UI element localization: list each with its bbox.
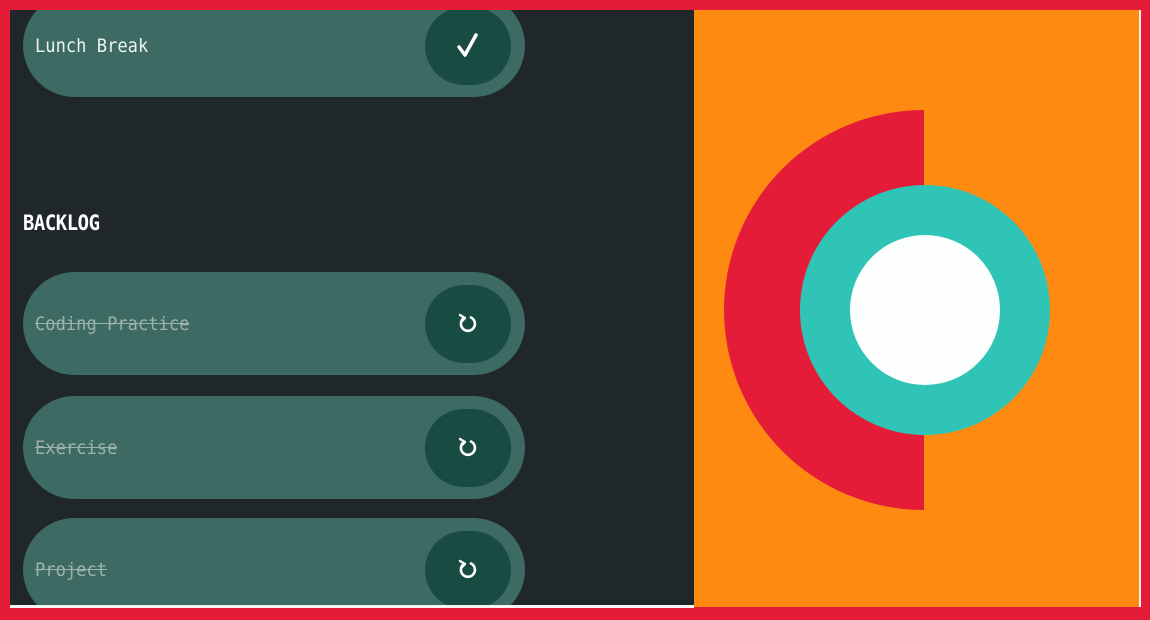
task-label: Lunch Break xyxy=(35,34,149,57)
task-list-panel: Lunch Break BACKLOG Coding Practice Exer… xyxy=(10,10,694,605)
backlog-item-coding-practice: Coding Practice xyxy=(23,272,525,375)
restore-button[interactable] xyxy=(425,530,511,605)
task-label: Exercise xyxy=(35,436,118,459)
progress-ring-center xyxy=(850,235,1000,385)
restore-button[interactable] xyxy=(425,408,511,487)
backlog-heading: BACKLOG xyxy=(23,211,100,235)
progress-ring-graphic xyxy=(724,110,1050,510)
complete-button[interactable] xyxy=(425,10,511,85)
list-bottom-divider xyxy=(10,605,694,608)
task-label: Coding Practice xyxy=(35,312,190,335)
redo-icon xyxy=(458,313,477,332)
task-card-lunch-break: Lunch Break xyxy=(23,10,525,97)
backlog-item-project: Project xyxy=(23,518,525,605)
panel-edge xyxy=(1139,10,1141,607)
redo-icon xyxy=(458,559,477,578)
check-icon xyxy=(457,32,478,57)
progress-graphic-panel xyxy=(694,10,1139,607)
backlog-item-exercise: Exercise xyxy=(23,396,525,499)
redo-icon xyxy=(458,437,477,456)
task-label: Project xyxy=(35,558,108,581)
restore-button[interactable] xyxy=(425,284,511,363)
